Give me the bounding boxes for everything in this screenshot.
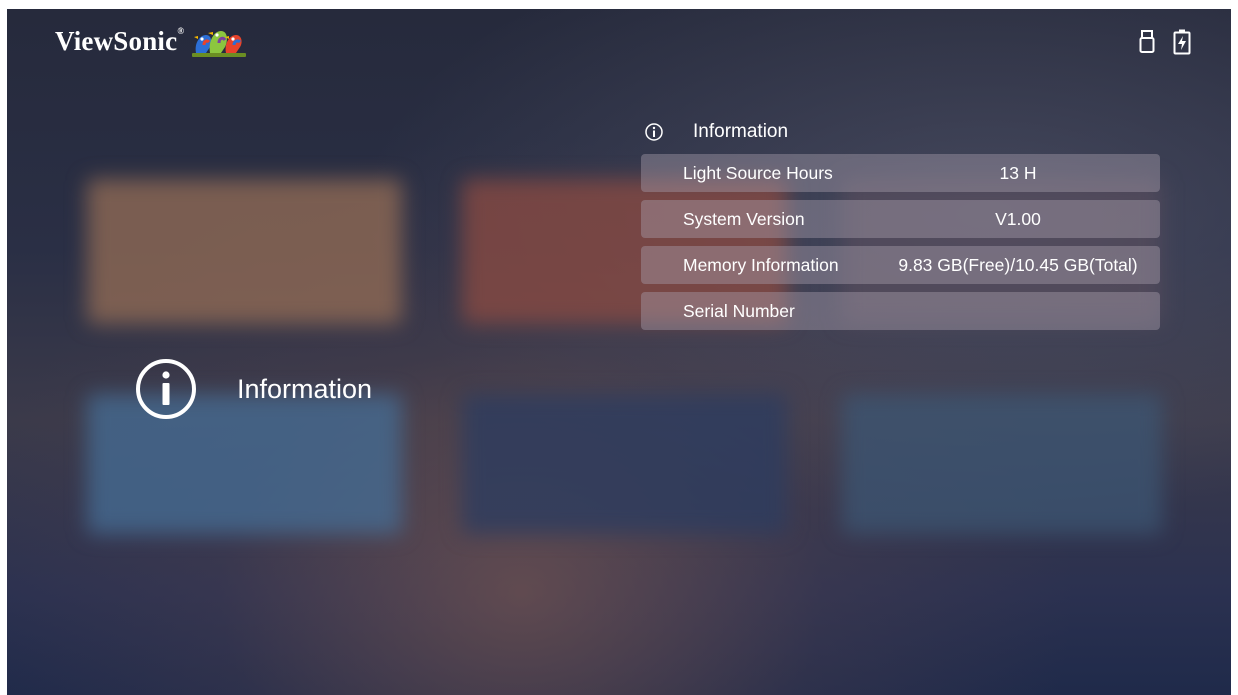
viewsonic-logo: ViewSonic®	[55, 23, 248, 59]
current-menu: Information	[135, 358, 372, 420]
row-value: V1.00	[995, 208, 1041, 229]
row-value: 13 H	[999, 162, 1037, 183]
information-panel: Information Light Source Hours 13 H Syst…	[641, 117, 1160, 338]
status-icons	[1139, 29, 1191, 55]
panel-title: Information	[693, 121, 789, 142]
brand-name: ViewSonic®	[55, 25, 185, 56]
info-circle-icon	[645, 123, 663, 141]
background-tile	[87, 179, 402, 324]
panel-header: Information	[641, 117, 1160, 147]
info-row-system-version[interactable]: System Version V1.00	[641, 200, 1160, 238]
usb-drive-icon	[1139, 30, 1155, 53]
birds-logo-icon	[192, 31, 247, 57]
row-label: Memory Information	[683, 254, 839, 275]
row-label: System Version	[683, 208, 805, 229]
row-label: Light Source Hours	[683, 162, 833, 183]
info-row-memory-information[interactable]: Memory Information 9.83 GB(Free)/10.45 G…	[641, 246, 1160, 284]
background-tile	[842, 394, 1162, 534]
projector-screen: ViewSonic® Information Information Light…	[7, 9, 1231, 695]
current-menu-label: Information	[237, 373, 373, 404]
background-tile	[462, 394, 787, 534]
info-row-light-source-hours[interactable]: Light Source Hours 13 H	[641, 154, 1160, 192]
info-row-serial-number[interactable]: Serial Number	[641, 292, 1160, 330]
battery-charging-icon	[1173, 29, 1191, 55]
info-circle-icon	[136, 359, 196, 419]
row-value: 9.83 GB(Free)/10.45 GB(Total)	[898, 254, 1138, 275]
row-label: Serial Number	[683, 300, 795, 321]
